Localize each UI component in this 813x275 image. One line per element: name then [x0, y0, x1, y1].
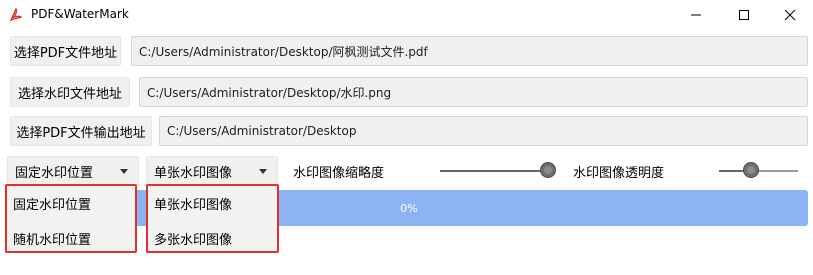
opacity-slider-label: 水印图像透明度 [573, 166, 665, 181]
scale-slider-label: 水印图像缩略度 [293, 166, 385, 181]
minimize-button[interactable] [673, 0, 719, 30]
scale-slider-handle[interactable] [540, 162, 556, 178]
dropdown-option-multiple-images[interactable]: 多张水印图像 [154, 229, 232, 248]
close-icon [784, 9, 796, 21]
window-title: PDF&WaterMark [31, 7, 129, 21]
opacity-slider-handle[interactable] [742, 162, 759, 178]
dropdown-option-fixed-position[interactable]: 固定水印位置 [13, 194, 91, 213]
title-bar: PDF&WaterMark [0, 0, 813, 30]
chevron-down-icon [120, 169, 128, 174]
image-mode-dropdown: 单张水印图像 多张水印图像 [146, 184, 279, 253]
image-mode-select[interactable]: 单张水印图像 [146, 156, 278, 186]
scale-slider-fill [440, 170, 548, 172]
output-path-field[interactable]: C:/Users/Administrator/Desktop [159, 116, 808, 146]
scale-slider-track[interactable] [440, 170, 548, 172]
image-mode-value: 单张水印图像 [154, 165, 233, 181]
close-button[interactable] [767, 0, 813, 30]
minimize-icon [691, 14, 701, 16]
maximize-icon [739, 10, 749, 20]
select-watermark-button[interactable]: 选择水印文件地址 [10, 77, 130, 107]
chevron-down-icon [259, 169, 267, 174]
position-mode-select[interactable]: 固定水印位置 [7, 156, 139, 186]
pdf-path-field[interactable]: C:/Users/Administrator/Desktop/阿枫测试文件.pd… [131, 36, 808, 66]
select-pdf-button[interactable]: 选择PDF文件地址 [10, 36, 121, 66]
app-window: PDF&WaterMark 选择PDF文件地址 C:/Users/Adminis… [0, 0, 813, 275]
dropdown-option-random-position[interactable]: 随机水印位置 [13, 229, 91, 248]
position-mode-value: 固定水印位置 [15, 165, 94, 181]
dropdown-option-single-image[interactable]: 单张水印图像 [154, 194, 232, 213]
position-mode-dropdown: 固定水印位置 随机水印位置 [5, 184, 137, 253]
maximize-button[interactable] [721, 0, 767, 30]
pdf-icon [9, 8, 23, 22]
select-output-button[interactable]: 选择PDF文件输出地址 [10, 116, 152, 146]
watermark-path-field[interactable]: C:/Users/Administrator/Desktop/水印.png [139, 77, 808, 107]
